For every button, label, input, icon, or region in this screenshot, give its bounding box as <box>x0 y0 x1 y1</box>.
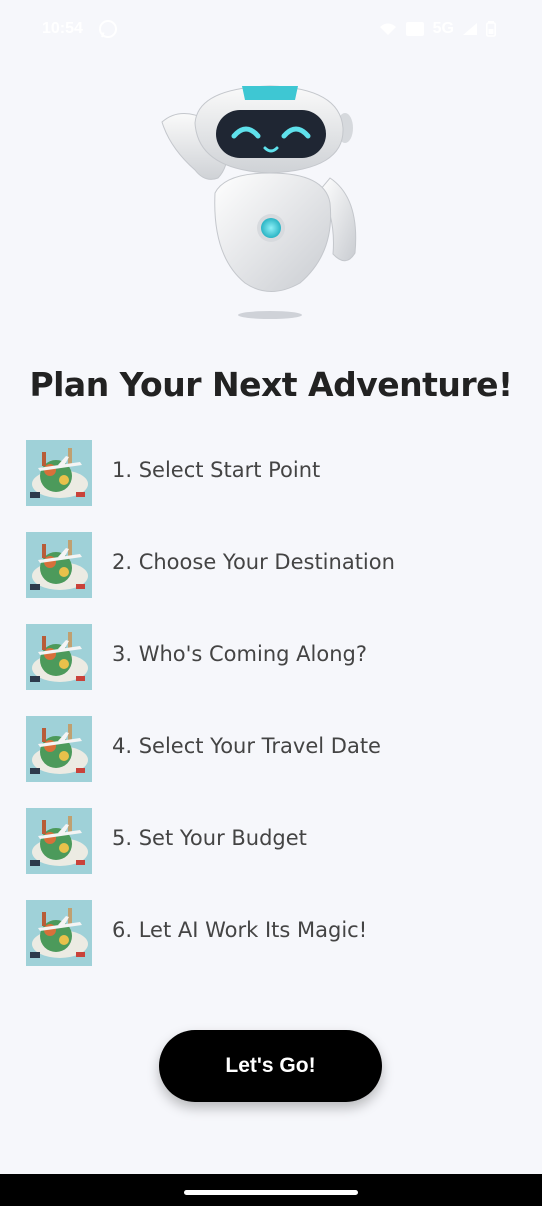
step-item: 1. Select Start Point <box>26 440 516 506</box>
step-label: 2. Choose Your Destination <box>112 550 395 574</box>
travel-thumbnail <box>26 900 92 966</box>
travel-thumbnail <box>26 808 92 874</box>
network-type: 5G <box>432 20 454 37</box>
step-item: 3. Who's Coming Along? <box>26 624 516 690</box>
travel-thumbnail <box>26 532 92 598</box>
step-label: 6. Let AI Work Its Magic! <box>112 918 368 942</box>
step-item: 4. Select Your Travel Date <box>26 716 516 782</box>
battery-saver-icon <box>405 22 424 36</box>
step-item: 6. Let AI Work Its Magic! <box>26 900 516 966</box>
travel-thumbnail <box>26 716 92 782</box>
status-icons: 5G <box>379 20 496 38</box>
wifi-icon <box>379 23 396 35</box>
lets-go-button[interactable]: Let's Go! <box>159 1030 382 1102</box>
step-label: 1. Select Start Point <box>112 458 321 482</box>
whatsapp-icon <box>99 20 117 38</box>
battery-icon <box>486 21 496 37</box>
step-label: 5. Set Your Budget <box>112 826 307 850</box>
home-gesture-pill[interactable] <box>184 1190 358 1195</box>
signal-icon <box>463 23 477 35</box>
step-item: 2. Choose Your Destination <box>26 532 516 598</box>
status-time: 10:54 <box>42 20 83 37</box>
step-item: 5. Set Your Budget <box>26 808 516 874</box>
step-label: 3. Who's Coming Along? <box>112 642 367 666</box>
status-bar: 10:54 5G <box>0 0 542 62</box>
steps-list: 1. Select Start Point 2. Choose Your Des… <box>26 440 516 992</box>
travel-thumbnail <box>26 624 92 690</box>
page-title: Plan Your Next Adventure! <box>29 365 513 404</box>
travel-thumbnail <box>26 440 92 506</box>
step-label: 4. Select Your Travel Date <box>112 734 381 758</box>
navigation-bar <box>0 1174 542 1206</box>
robot-illustration <box>150 78 380 328</box>
